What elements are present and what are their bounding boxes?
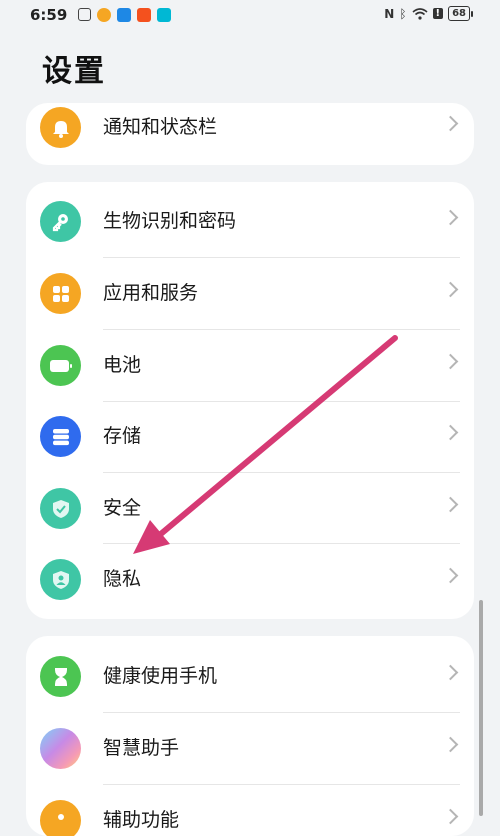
bell-icon [40,107,81,148]
chevron-right-icon [442,353,459,370]
settings-group-wellbeing: 健康使用手机 智慧助手 辅助功能 [26,636,474,836]
settings-item-label: 智慧助手 [103,737,180,759]
app-blue-icon [117,8,131,22]
chevron-right-icon [442,115,459,132]
chevron-right-icon [442,281,459,298]
status-bar: 6:59 N ᛒ ! 68 [0,0,500,32]
settings-item-digital-balance[interactable]: 健康使用手机 [26,641,474,712]
wifi-icon [411,7,428,20]
shield-check-icon [40,488,81,529]
page-title: 设置 [42,54,106,89]
status-indicators: N ᛒ ! 68 [384,6,473,21]
bluetooth-icon: ᛒ [399,6,407,21]
settings-item-label: 健康使用手机 [103,665,218,687]
scrollbar[interactable] [479,600,483,816]
key-icon [40,201,81,242]
settings-item-notifications[interactable]: 通知和状态栏 [26,103,474,163]
chevron-right-icon [442,736,459,753]
chevron-right-icon [442,567,459,584]
accessibility-icon [40,800,81,836]
hourglass-icon [40,656,81,697]
chevron-right-icon [442,496,459,513]
battery-icon: 68 [448,6,473,21]
settings-item-label: 应用和服务 [103,282,199,304]
settings-item-label: 辅助功能 [103,809,180,831]
nfc-icon: N [384,6,395,21]
settings-item-biometrics[interactable]: 生物识别和密码 [26,186,474,257]
settings-item-apps-services[interactable]: 应用和服务 [26,258,474,329]
status-time: 6:59 [30,6,68,24]
settings-item-privacy[interactable]: 隐私 [26,544,474,615]
app-orange-icon [137,8,151,22]
rex-icon [78,8,91,21]
notification-app-icons [78,8,171,22]
alert-icon: ! [432,8,444,19]
chevron-right-icon [442,424,459,441]
settings-group-security: 生物识别和密码 应用和服务 电池 存储 安全 隐私 [26,182,474,619]
settings-item-smart-assistant[interactable]: 智慧助手 [26,713,474,784]
settings-group-notifications: 通知和状态栏 [26,103,474,165]
chevron-right-icon [442,209,459,226]
settings-item-label: 隐私 [103,568,142,590]
settings-item-label: 生物识别和密码 [103,210,237,232]
privacy-icon [40,559,81,600]
chevron-right-icon [442,664,459,681]
battery-level: 68 [452,8,466,19]
settings-item-battery[interactable]: 电池 [26,330,474,401]
app-cyan-icon [157,8,171,22]
battery-icon [40,345,81,386]
settings-item-label: 安全 [103,497,142,519]
chevron-right-icon [442,808,459,825]
settings-item-label: 通知和状态栏 [103,116,218,138]
settings-item-label: 电池 [103,354,142,376]
weibo-icon [97,8,111,22]
settings-item-label: 存储 [103,425,142,447]
settings-item-accessibility[interactable]: 辅助功能 [26,785,474,836]
storage-icon [40,416,81,457]
assistant-icon [40,728,81,769]
grid-icon [40,273,81,314]
settings-item-storage[interactable]: 存储 [26,401,474,472]
settings-item-security[interactable]: 安全 [26,473,474,544]
